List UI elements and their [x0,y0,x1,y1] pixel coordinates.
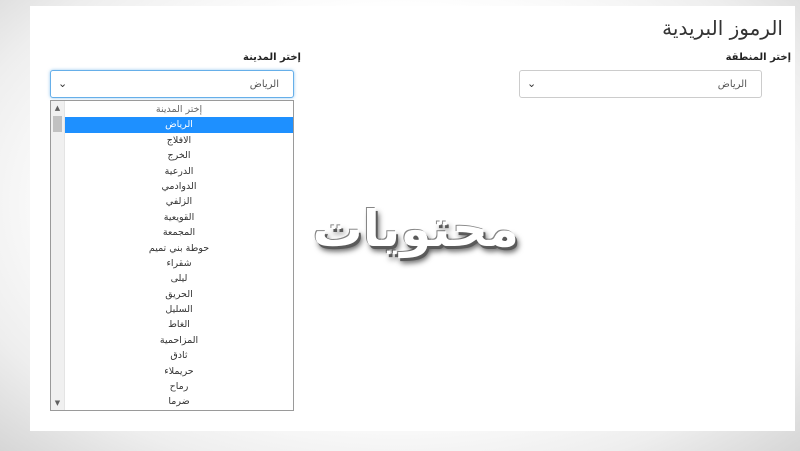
region-select-value: الرياض [717,79,747,90]
city-dropdown-list[interactable]: ▲ ▼ إختر المدينة الرياض الافلاج الخرج الدرعي… [50,100,294,411]
scroll-down-icon[interactable]: ▼ [51,396,64,410]
city-select-value: الرياض [249,79,279,90]
dropdown-option[interactable]: القويعية [65,210,293,225]
city-select[interactable]: الرياض ⌄ [50,70,294,98]
dropdown-option[interactable]: الحريق [65,287,293,302]
page-title: الرموز البريدية [662,16,783,40]
dropdown-option[interactable]: حريملاء [65,364,293,379]
dropdown-option[interactable]: السليل [65,302,293,317]
city-options: إختر المدينة الرياض الافلاج الخرج الدرعية الد… [65,102,293,410]
chevron-down-icon: ⌄ [58,77,68,90]
watermark-text: محتويات [312,200,519,258]
region-select[interactable]: الرياض ⌄ [519,70,762,98]
dropdown-option[interactable]: المجمعة [65,225,293,240]
dropdown-scrollbar[interactable]: ▲ ▼ [51,101,65,410]
dropdown-option[interactable]: الدرعية [65,164,293,179]
dropdown-option[interactable]: الخرج [65,148,293,163]
city-label: إختر المدينة [243,52,301,63]
dropdown-option[interactable]: الغاط [65,317,293,332]
dropdown-option[interactable]: إختر المدينة [65,102,293,117]
dropdown-option[interactable]: ثادق [65,348,293,363]
region-label: إختر المنطقة [725,52,791,63]
dropdown-option[interactable]: الدوادمي [65,179,293,194]
dropdown-option-selected[interactable]: الرياض [65,117,293,133]
chevron-down-icon: ⌄ [527,77,537,90]
dropdown-option[interactable]: ليلى [65,271,293,286]
dropdown-option[interactable]: رماح [65,379,293,394]
scroll-thumb[interactable] [53,116,62,132]
dropdown-option[interactable]: ضرما [65,394,293,409]
scroll-up-icon[interactable]: ▲ [51,101,64,115]
dropdown-option[interactable]: شقراء [65,256,293,271]
dropdown-option[interactable]: الزلفي [65,194,293,209]
dropdown-option[interactable]: حوطة بني تميم [65,241,293,256]
dropdown-option[interactable]: المزاحمية [65,333,293,348]
dropdown-option[interactable]: الافلاج [65,133,293,148]
